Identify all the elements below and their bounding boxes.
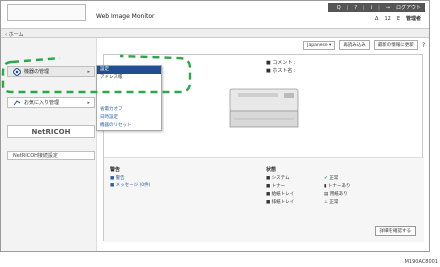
toner-icon: ▮: [324, 184, 327, 189]
alerts-title: 警告: [110, 167, 121, 173]
chevron-right-icon: ▸: [87, 99, 90, 106]
menu-item-address-book[interactable]: アドレス帳: [97, 74, 161, 82]
refresh-button[interactable]: 再読み込み: [339, 40, 370, 50]
auto-refresh-button[interactable]: 最新の情報に更新: [373, 40, 418, 50]
device-info: ■ コメント : ■ ホスト名 :: [266, 59, 296, 75]
home-link[interactable]: ‹ ホーム: [5, 31, 23, 38]
info-icon[interactable]: i: [371, 5, 372, 11]
menu-item-reset-device[interactable]: 機器のリセット: [97, 122, 161, 130]
paper-tray-status: ▤ 用紙あり: [324, 192, 348, 197]
menu-item-date-time[interactable]: 日時設定: [97, 114, 161, 122]
app-title: Web Image Monitor: [96, 13, 155, 20]
search-icon[interactable]: Q: [337, 5, 341, 11]
confirm-details-button[interactable]: 詳細を確認する: [374, 226, 416, 236]
menu-item-blank-2[interactable]: [97, 90, 161, 98]
ok-icon: ✔: [324, 176, 328, 181]
logo: [7, 4, 86, 21]
status-section: 警告 ■ 警告 ■ メッセージ (0件) 状態 ■ システム ✔ 正常 ■ トナ…: [104, 157, 424, 242]
favorites-button[interactable]: お気に入り管理 ▸: [7, 97, 95, 108]
help-icon[interactable]: ?: [354, 5, 357, 11]
system-status: ✔ 正常: [324, 176, 339, 181]
link-icon: [13, 99, 21, 105]
tray-icon: ▤: [324, 192, 329, 197]
message-link[interactable]: ■ メッセージ (0件): [110, 182, 150, 188]
status-row: Δ 12 E 管理者: [375, 15, 421, 23]
output-tray-status: ⊥ 正常: [324, 200, 339, 205]
device-management-label: 機器の管理: [24, 69, 50, 75]
netricoh-button[interactable]: NetRICOH: [7, 125, 95, 138]
chevron-right-icon: ▸: [87, 68, 90, 75]
menu-item-energy-saver-off[interactable]: 省電力オフ: [97, 106, 161, 114]
logout-link[interactable]: ログアウト: [396, 4, 421, 11]
output-tray-label: ■ 排紙トレイ: [266, 200, 295, 205]
device-icon: E: [396, 15, 400, 22]
help-icon[interactable]: ?: [422, 42, 425, 49]
hostname-row: ■ ホスト名 :: [266, 68, 296, 74]
sidebar: 機器の管理 ▸ お気に入り管理 ▸ NetRICOH NetRICOH接続設定: [1, 38, 97, 251]
device-management-menu: 設定 アドレス帳 省電力オフ 日時設定 機器のリセット: [96, 65, 162, 131]
browser-frame: Web Image Monitor Q | ? | i | → ログアウト Δ …: [0, 0, 430, 252]
language-select[interactable]: Japanese ▾: [303, 40, 336, 50]
favorites-label: お気に入り管理: [24, 100, 60, 106]
language-row: Japanese ▾ 再読み込み 最新の情報に更新 ?: [97, 38, 429, 52]
menu-item-blank-1[interactable]: [97, 82, 161, 90]
status-title: 状態: [266, 167, 277, 173]
toner-label: ■ トナー: [266, 184, 286, 189]
breadcrumb: ‹ ホーム: [1, 28, 429, 38]
gear-icon: [13, 67, 21, 76]
figure-code: M190AC8001: [404, 259, 438, 265]
menu-item-blank-3[interactable]: [97, 98, 161, 106]
toner-status: ▮ トナーあり: [324, 184, 351, 189]
printer-image: [229, 88, 299, 128]
system-label: ■ システム: [266, 176, 290, 181]
top-right-toolbar: Q | ? | i | → ログアウト: [328, 3, 425, 12]
output-icon: ⊥: [324, 200, 328, 205]
admin-label: 管理者: [405, 16, 421, 22]
netricoh-connection-link[interactable]: NetRICOH接続設定: [7, 151, 95, 160]
alert-link[interactable]: ■ 警告: [110, 175, 125, 181]
comment-row: ■ コメント :: [266, 60, 296, 66]
header: Web Image Monitor Q | ? | i | → ログアウト Δ …: [1, 1, 429, 28]
logout-arrow-icon[interactable]: →: [386, 5, 390, 11]
alert-icon: Δ: [375, 15, 379, 22]
netricoh-logo: NetRICOH: [31, 127, 71, 136]
count-badge: 12: [384, 15, 391, 22]
netricoh-connection-label: NetRICOH接続設定: [13, 153, 58, 159]
device-management-button[interactable]: 機器の管理 ▸: [7, 66, 95, 77]
paper-tray-label: ■ 給紙トレイ: [266, 192, 295, 197]
menu-item-settings[interactable]: 設定: [97, 66, 161, 74]
